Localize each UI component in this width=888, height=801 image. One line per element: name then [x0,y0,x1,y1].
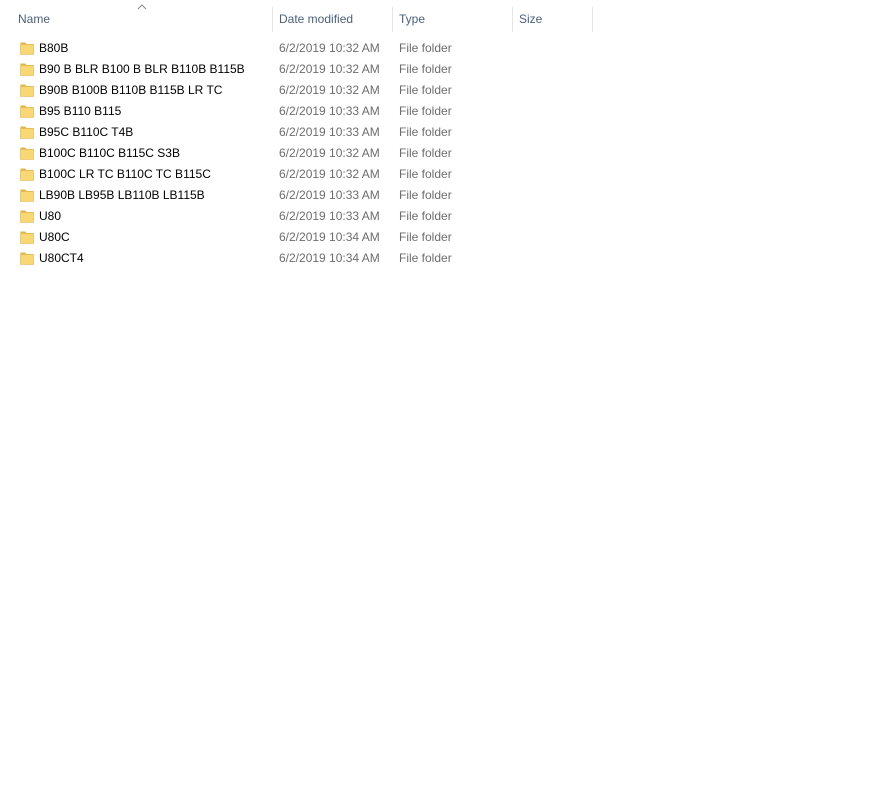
file-list-row[interactable]: U80C 6/2/2019 10:34 AM File folder [0,227,600,248]
column-header-type[interactable]: Type [393,6,512,32]
file-name: U80CT4 [39,251,84,265]
column-divider[interactable] [592,7,593,32]
column-header-size[interactable]: Size [513,6,592,32]
folder-icon [20,168,34,181]
file-name: B90 B BLR B100 B BLR B110B B115B [39,62,245,76]
file-date-modified: 6/2/2019 10:33 AM [279,125,380,139]
file-name: B90B B100B B110B B115B LR TC [39,83,223,97]
file-name: B95C B110C T4B [39,125,134,139]
folder-icon [20,252,34,265]
folder-icon [20,84,34,97]
file-type: File folder [399,188,452,202]
column-header-date-modified[interactable]: Date modified [273,6,392,32]
file-date-modified: 6/2/2019 10:32 AM [279,167,380,181]
file-date-modified: 6/2/2019 10:33 AM [279,188,380,202]
file-type: File folder [399,125,452,139]
file-date-modified: 6/2/2019 10:32 AM [279,83,380,97]
file-name: U80 [39,209,62,223]
file-type: File folder [399,209,452,223]
file-list-row[interactable]: B95C B110C T4B 6/2/2019 10:33 AM File fold… [0,122,600,143]
file-list-row[interactable]: B95 B110 B115 6/2/2019 10:33 AM File folde… [0,101,600,122]
file-name: B100C B110C B115C S3B [39,146,180,160]
column-header-type-label: Type [399,12,426,26]
file-name: B95 B110 B115 [39,104,122,118]
folder-icon [20,231,34,244]
file-date-modified: 6/2/2019 10:32 AM [279,41,380,55]
folder-icon [20,210,34,223]
column-header-name[interactable]: Name [12,6,272,32]
column-header-name-label: Name [18,12,51,26]
column-header-bar: Name Date modified Type Size [0,0,600,34]
file-list-row[interactable]: U80 6/2/2019 10:33 AM File folder [0,206,600,227]
file-type: File folder [399,167,452,181]
file-type: File folder [399,62,452,76]
file-name: B80B [39,41,69,55]
file-name: U80C [39,230,70,244]
folder-icon [20,126,34,139]
file-type: File folder [399,251,452,265]
file-list-row[interactable]: B80B 6/2/2019 10:32 AM File folder [0,38,600,59]
file-date-modified: 6/2/2019 10:33 AM [279,104,380,118]
file-type: File folder [399,146,452,160]
file-date-modified: 6/2/2019 10:34 AM [279,251,380,265]
file-type: File folder [399,104,452,118]
file-list-row[interactable]: B100C B110C B115C S3B 6/2/2019 10:32 AM Fi… [0,143,600,164]
file-list-row[interactable]: U80CT4 6/2/2019 10:34 AM File folder [0,248,600,269]
file-list-row[interactable]: B90 B BLR B100 B BLR B110B B115B 6/2/2019… [0,59,600,80]
file-list-row[interactable]: B90B B100B B110B B115B LR TC 6/2/2019 10:… [0,80,600,101]
file-list-row[interactable]: LB90B LB95B LB110B LB115B 6/2/2019 10:33 … [0,185,600,206]
folder-icon [20,189,34,202]
folder-icon [20,105,34,118]
file-type: File folder [399,230,452,244]
folder-icon [20,147,34,160]
file-date-modified: 6/2/2019 10:32 AM [279,146,380,160]
file-list: B80B 6/2/2019 10:32 AM File folder B90 B BL… [0,38,600,269]
folder-icon [20,63,34,76]
file-name: B100C LR TC B110C TC B115C [39,167,211,181]
file-list-row[interactable]: B100C LR TC B110C TC B115C 6/2/2019 10:32… [0,164,600,185]
file-name: LB90B LB95B LB110B LB115B [39,188,205,202]
file-type: File folder [399,83,452,97]
file-date-modified: 6/2/2019 10:32 AM [279,62,380,76]
file-type: File folder [399,41,452,55]
column-header-size-label: Size [519,12,543,26]
file-date-modified: 6/2/2019 10:33 AM [279,209,380,223]
column-header-date-label: Date modified [279,12,354,26]
file-date-modified: 6/2/2019 10:34 AM [279,230,380,244]
file-list-view: Name Date modified Type Size B80B 6/2/201… [0,0,888,801]
folder-icon [20,42,34,55]
